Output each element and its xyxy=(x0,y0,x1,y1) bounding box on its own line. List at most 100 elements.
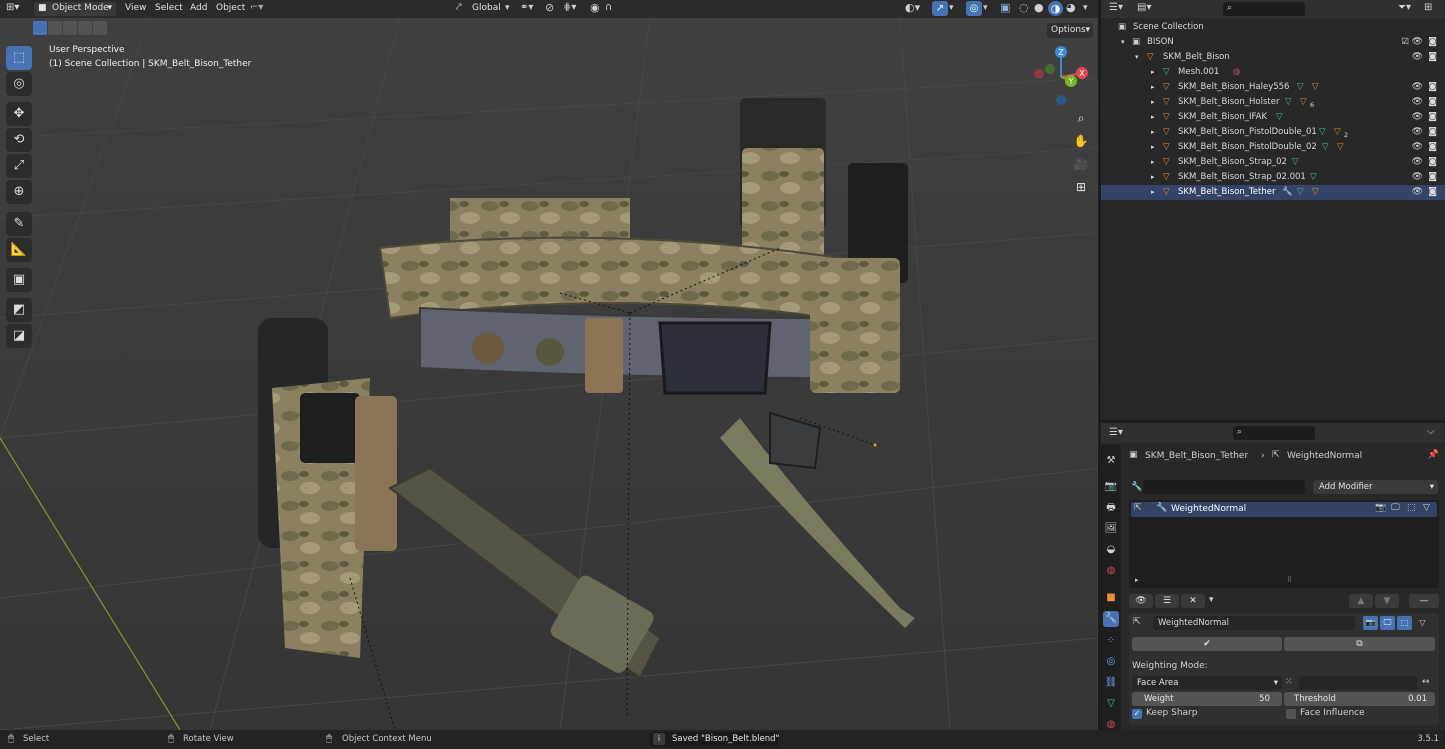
outliner-item-active[interactable]: ▸ ▽ SKM_Belt_Bison_Tether 🔧 ▽ ▽ 👁 ◙ xyxy=(1101,185,1445,200)
material-shading-icon[interactable]: ◑ xyxy=(1048,1,1063,16)
constraints-tab-icon[interactable]: ⛓ xyxy=(1103,675,1119,691)
display-mode-icon[interactable]: ▤▾ xyxy=(1137,3,1151,13)
eye-icon[interactable]: 👁 xyxy=(1412,95,1423,110)
properties-search-input[interactable]: ⌕ xyxy=(1233,426,1315,440)
tool-tab-icon[interactable]: ⚒ xyxy=(1103,453,1119,469)
camera-icon[interactable]: ◙ xyxy=(1428,125,1437,140)
new-collection-icon[interactable]: ⊞ xyxy=(1424,3,1432,13)
camera-icon[interactable]: ◙ xyxy=(1428,155,1437,170)
move-up-icon[interactable]: ▲ xyxy=(1349,594,1373,608)
overlays-icon[interactable]: ◎ xyxy=(966,1,982,16)
menu-select[interactable]: Select xyxy=(155,3,183,13)
select-invert-icon[interactable] xyxy=(78,21,92,35)
outliner-search-input[interactable]: ⌕ xyxy=(1223,2,1305,16)
select-subtract-icon[interactable] xyxy=(63,21,77,35)
outliner-item[interactable]: ▸ ▽ SKM_Belt_Bison_Haley556 ▽ ▽ 👁 ◙ xyxy=(1101,80,1445,95)
options-dropdown[interactable]: Options ▾ xyxy=(1047,23,1093,38)
outliner-item[interactable]: ▸ ▽ SKM_Belt_Bison_Strap_02.001 ▽ 👁 ◙ xyxy=(1101,170,1445,185)
resize-handle-icon[interactable]: ⠿ xyxy=(1287,576,1292,584)
eye-icon[interactable]: 👁 xyxy=(1412,185,1423,200)
outliner-item[interactable]: ▸ ▽ SKM_Belt_Bison_Strap_02 ▽ 👁 ◙ xyxy=(1101,155,1445,170)
chevron-down-icon[interactable]: ▾ xyxy=(983,3,988,13)
proportional-edit-icon[interactable]: ◉ xyxy=(590,2,600,13)
move-down-icon[interactable]: ▼ xyxy=(1375,594,1399,608)
render-tab-icon[interactable]: 📷 xyxy=(1103,479,1119,495)
view-layer-tab-icon[interactable]: 🖼 xyxy=(1103,521,1119,537)
expand-arrow-icon[interactable]: ▸ xyxy=(1151,80,1155,95)
cage-toggle-icon[interactable]: ▽ xyxy=(1415,616,1430,630)
expand-arrow-icon[interactable]: ▾ xyxy=(1121,35,1125,50)
transform-tool[interactable]: ⊕ xyxy=(6,180,32,204)
modifier-filter-input[interactable] xyxy=(1143,480,1305,494)
expand-arrow-icon[interactable]: ▸ xyxy=(1151,95,1155,110)
camera-icon[interactable]: ◙ xyxy=(1428,35,1437,50)
wireframe-shading-icon[interactable]: ◌ xyxy=(1019,2,1029,13)
expand-arrow-icon[interactable]: ▸ xyxy=(1135,576,1139,584)
editor-type-icon[interactable]: ⊞▾ xyxy=(6,3,19,13)
expand-arrow-icon[interactable]: ▸ xyxy=(1151,170,1155,185)
outliner-item[interactable]: ▸ ▽ SKM_Belt_Bison_PistolDouble_01 ▽ ▽ 2… xyxy=(1101,125,1445,140)
outliner-item[interactable]: ▸ ▽ SKM_Belt_Bison_PistolDouble_02 ▽ ▽ 👁… xyxy=(1101,140,1445,155)
camera-icon[interactable]: ◙ xyxy=(1428,170,1437,185)
orientation-dropdown[interactable]: Global xyxy=(472,3,501,13)
3d-viewport[interactable]: User Perspective (1) Scene Collection | … xyxy=(0,18,1098,730)
expand-arrow-icon[interactable]: ▾ xyxy=(1135,50,1139,65)
particles-tab-icon[interactable]: ⁘ xyxy=(1103,633,1119,649)
apply-all-icon[interactable]: ☰ xyxy=(1155,594,1179,608)
expand-arrow-icon[interactable]: ▸ xyxy=(1151,65,1155,80)
physics-tab-icon[interactable]: ◎ xyxy=(1103,654,1119,670)
camera-view-icon[interactable]: 🎥 xyxy=(1071,154,1091,174)
camera-icon[interactable]: ◙ xyxy=(1428,185,1437,200)
xray-icon[interactable]: ▣ xyxy=(1000,2,1010,13)
delete-all-icon[interactable]: ✕ xyxy=(1181,594,1205,608)
vertex-group-field[interactable] xyxy=(1299,676,1417,690)
snap-icon[interactable]: ⊘ xyxy=(545,2,554,13)
checkbox-icon[interactable]: ☑ xyxy=(1401,35,1409,50)
select-box-tool[interactable]: ⬚ xyxy=(6,46,32,70)
annotate-tool[interactable]: ✎ xyxy=(6,212,32,236)
outliner-item[interactable]: ▸ ▽ Mesh.001 ◍ xyxy=(1101,65,1445,80)
outliner-row-scene[interactable]: ▣ Scene Collection xyxy=(1101,20,1445,35)
render-toggle-icon[interactable]: 📷 xyxy=(1363,616,1378,630)
editmode-icon[interactable]: ⬚ xyxy=(1407,503,1416,513)
visibility-icon[interactable]: ◐▾ xyxy=(905,2,920,13)
snap-increment-icon[interactable]: ⋕▾ xyxy=(563,3,576,13)
pan-hand-icon[interactable]: ✋ xyxy=(1071,131,1091,151)
camera-icon[interactable]: ◙ xyxy=(1428,140,1437,155)
invert-arrows-icon[interactable]: ↔ xyxy=(1422,677,1430,687)
select-new-icon[interactable] xyxy=(33,21,47,35)
add-cube-tool[interactable]: ▣ xyxy=(6,268,32,292)
editmode-toggle-icon[interactable]: ⬚ xyxy=(1397,616,1412,630)
ortho-grid-icon[interactable]: ⊞ xyxy=(1071,177,1091,197)
expand-arrow-icon[interactable]: ▸ xyxy=(1151,185,1155,200)
object-tab-icon[interactable]: ■ xyxy=(1103,590,1119,606)
scale-tool[interactable]: ⤢ xyxy=(6,154,32,178)
rotate-tool[interactable]: ⟲ xyxy=(6,128,32,152)
camera-icon[interactable]: ◙ xyxy=(1428,80,1437,95)
modifier-tab-icon[interactable]: 🔧 xyxy=(1103,611,1119,627)
apply-button[interactable]: ✔ xyxy=(1132,637,1282,651)
snap-target-icon[interactable]: ⌐▾ xyxy=(250,3,263,13)
pin-icon[interactable]: 📌 xyxy=(1428,450,1439,460)
mode-dropdown[interactable]: ■ Object Mode ▾ xyxy=(34,2,116,16)
viewport-toggle-icon[interactable]: 🖵 xyxy=(1380,616,1395,630)
camera-icon[interactable]: ◙ xyxy=(1428,110,1437,125)
eye-icon[interactable]: 👁 xyxy=(1412,110,1423,125)
weighting-mode-dropdown[interactable]: Face Area ▾ xyxy=(1132,676,1282,690)
outliner-item[interactable]: ▸ ▽ SKM_Belt_Bison_Holster ▽ ▽ 6 👁 ◙ xyxy=(1101,95,1445,110)
move-tool[interactable]: ✥ xyxy=(6,102,32,126)
expand-arrow-icon[interactable]: ▸ xyxy=(1151,140,1155,155)
expand-arrow-icon[interactable]: ▸ xyxy=(1151,155,1155,170)
expand-arrow-icon[interactable]: ▸ xyxy=(1151,110,1155,125)
weight-slider[interactable]: Weight 50 xyxy=(1132,692,1282,706)
eye-icon[interactable]: 👁 xyxy=(1412,170,1423,185)
chevron-down-icon[interactable]: ▾ xyxy=(1083,3,1088,13)
outliner-row-collection[interactable]: ▾ ▣ BISON ☑ 👁 ◙ xyxy=(1101,35,1445,50)
panel-options-icon[interactable]: ⌵ xyxy=(1427,427,1435,437)
data-tab-icon[interactable]: ▽ xyxy=(1103,696,1119,712)
modifier-list-item[interactable]: ⇱ 🔧 WeightedNormal 📷 🖵 ⬚ ▽ xyxy=(1131,502,1437,517)
cursor-tool[interactable]: ◎ xyxy=(6,72,32,96)
rendered-shading-icon[interactable]: ◕ xyxy=(1066,2,1076,13)
world-tab-icon[interactable]: ◍ xyxy=(1103,563,1119,579)
zoom-icon[interactable]: ⌕ xyxy=(1071,108,1091,128)
